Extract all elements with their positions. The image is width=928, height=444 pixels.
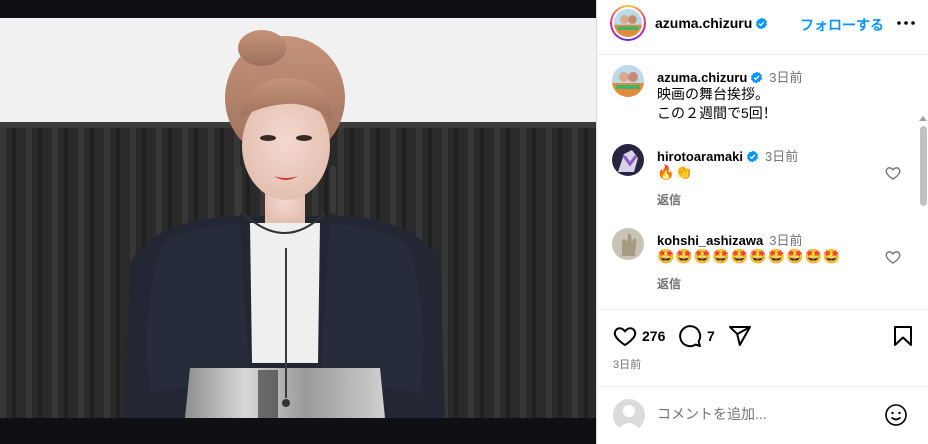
comment-like-heart-icon[interactable]: [885, 249, 901, 265]
caption-row: azuma.chizuru 3日前 映画の舞台挨拶。 この２週間で5回！: [597, 65, 928, 127]
add-comment-bar: [597, 386, 928, 444]
author-username-text[interactable]: azuma.chizuru: [655, 15, 752, 31]
avatar-image: [614, 9, 642, 37]
add-comment-input[interactable]: [657, 403, 867, 425]
comment-item: kohshi_ashizawa 3日前 🤩🤩🤩🤩🤩🤩🤩🤩🤩🤩 返信: [597, 228, 928, 292]
like-heart-icon[interactable]: [613, 324, 637, 348]
comment-text: 🤩🤩🤩🤩🤩🤩🤩🤩🤩🤩: [657, 249, 842, 265]
follow-button[interactable]: フォローする: [800, 15, 884, 35]
bookmark-icon[interactable]: [891, 324, 915, 348]
reply-button[interactable]: 返信: [657, 191, 681, 208]
caption-username[interactable]: azuma.chizuru 3日前: [657, 67, 803, 86]
comment-like-heart-icon[interactable]: [885, 165, 901, 181]
comments-list[interactable]: azuma.chizuru 3日前 映画の舞台挨拶。 この２週間で5回！ hiro…: [597, 56, 928, 308]
caption-text: 映画の舞台挨拶。 この２週間で5回！: [657, 86, 777, 121]
share-icon[interactable]: [728, 324, 752, 348]
reply-button[interactable]: 返信: [657, 275, 681, 292]
comment-text: 🔥👏: [657, 165, 694, 181]
commenter-avatar[interactable]: [612, 144, 644, 176]
like-count[interactable]: 276: [642, 328, 665, 344]
current-user-avatar: [613, 399, 645, 431]
default-avatar-icon: [613, 399, 645, 431]
comment-username-text[interactable]: kohshi_ashizawa: [657, 233, 763, 248]
comment-time: 3日前: [769, 233, 803, 248]
caption-time: 3日前: [769, 70, 803, 85]
comment-username-text[interactable]: hirotoaramaki: [657, 149, 743, 164]
scroll-up-arrow[interactable]: [919, 116, 927, 121]
comment-time: 3日前: [764, 149, 799, 164]
post-photo[interactable]: [0, 18, 596, 418]
post-photo-pane: [0, 0, 596, 444]
post-timestamp[interactable]: 3日前: [613, 356, 641, 372]
verified-badge-icon: [756, 17, 768, 30]
comment-icon[interactable]: [678, 324, 702, 348]
comment-count: 7: [707, 328, 715, 344]
avatar-image: [612, 144, 644, 176]
verified-badge-icon: [751, 71, 763, 84]
photo-illustration: [0, 18, 596, 418]
emoji-smile-icon[interactable]: [884, 403, 908, 427]
comment-username[interactable]: hirotoaramaki 3日前: [657, 146, 798, 165]
caption-username-text[interactable]: azuma.chizuru: [657, 70, 747, 85]
comments-scrollbar[interactable]: [917, 116, 928, 308]
author-username[interactable]: azuma.chizuru: [655, 15, 768, 31]
post-side-panel: azuma.chizuru フォローする azuma.chizuru 3日前 映…: [596, 0, 928, 444]
post-header: azuma.chizuru フォローする: [597, 0, 928, 55]
caption-avatar[interactable]: [612, 65, 644, 97]
comment-item: hirotoaramaki 3日前 🔥👏 返信: [597, 144, 928, 208]
commenter-avatar[interactable]: [612, 228, 644, 260]
more-options-icon[interactable]: [895, 13, 917, 33]
comment-username[interactable]: kohshi_ashizawa 3日前: [657, 230, 802, 249]
avatar-image: [612, 228, 644, 260]
author-avatar[interactable]: [610, 5, 646, 41]
scroll-thumb[interactable]: [920, 126, 927, 206]
verified-badge-icon: [746, 150, 759, 163]
avatar-image: [612, 65, 644, 97]
